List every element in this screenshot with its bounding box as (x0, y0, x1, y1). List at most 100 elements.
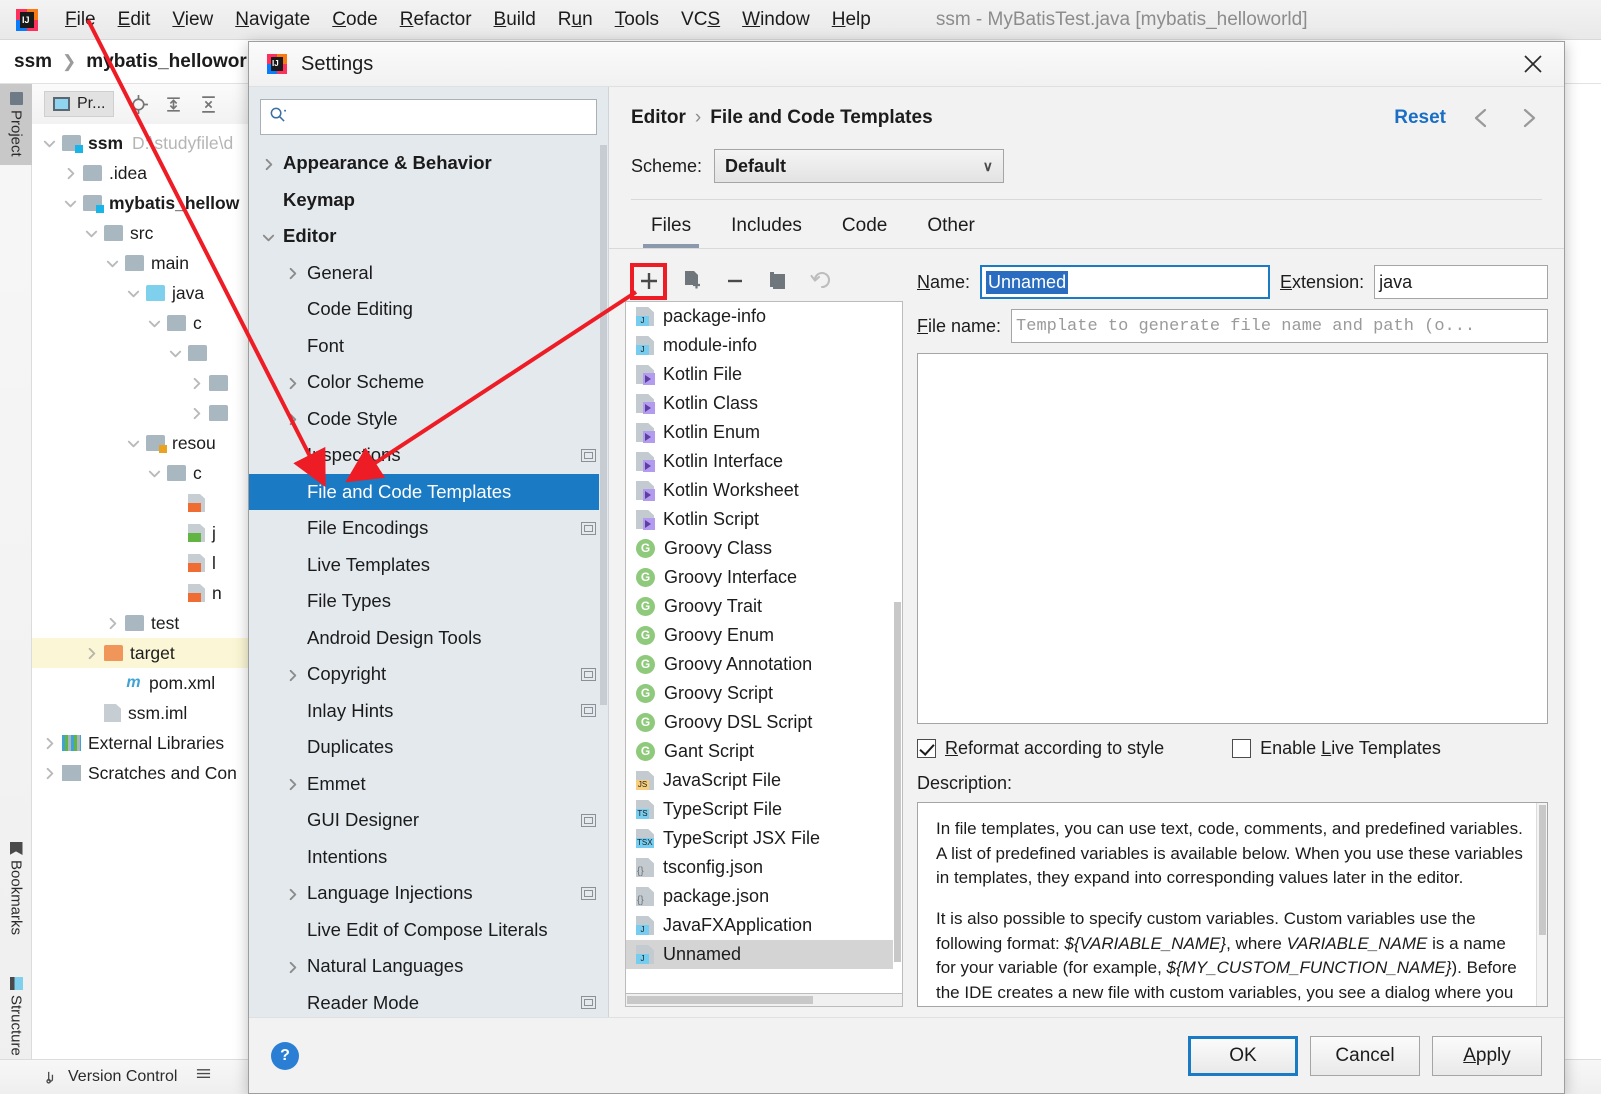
breadcrumb-project[interactable]: ssm (14, 51, 52, 73)
chevron-down-icon[interactable] (126, 435, 142, 451)
chevron-down-icon[interactable] (126, 285, 142, 301)
template-list[interactable]: Jpackage-info Jmodule-info Kotlin File Kotl… (625, 301, 903, 994)
template-list-item[interactable]: G Groovy Trait (626, 592, 902, 621)
settings-search-input[interactable] (292, 106, 588, 128)
menu-help[interactable]: Help (821, 7, 882, 33)
settings-nav-item-keymap[interactable]: Keymap (249, 182, 608, 219)
chevron-down-icon[interactable] (147, 315, 163, 331)
menu-refactor[interactable]: Refactor (389, 7, 483, 33)
settings-nav-item-code-style[interactable]: Code Style (249, 401, 608, 438)
tool-tab-bookmarks[interactable]: Bookmarks (0, 834, 32, 943)
ok-button[interactable]: OK (1188, 1035, 1298, 1076)
template-filename-input[interactable]: Template to generate file name and path … (1011, 309, 1548, 343)
settings-nav-item-android-design-tools[interactable]: Android Design Tools (249, 620, 608, 657)
settings-nav-item-language-injections[interactable]: Language Injections (249, 875, 608, 912)
template-list-item[interactable]: G Groovy Annotation (626, 650, 902, 679)
tool-tab-project[interactable]: Project (0, 84, 32, 165)
settings-nav-item-inlay-hints[interactable]: Inlay Hints (249, 693, 608, 730)
chevron-right-icon[interactable] (105, 615, 121, 631)
chevron-right-icon[interactable] (285, 885, 302, 902)
cancel-button[interactable]: Cancel (1310, 1035, 1420, 1076)
template-name-input[interactable]: Unnamed (980, 265, 1271, 299)
settings-nav-item-editor[interactable]: Editor (249, 218, 608, 255)
chevron-right-icon[interactable] (285, 264, 302, 281)
template-list-item[interactable]: Kotlin Enum (626, 418, 902, 447)
reset-link[interactable]: Reset (1394, 107, 1446, 129)
menu-window[interactable]: Window (731, 7, 821, 33)
settings-nav-item-copyright[interactable]: Copyright (249, 656, 608, 693)
tab-files[interactable]: Files (631, 209, 711, 248)
chevron-right-icon[interactable] (285, 958, 302, 975)
template-list-item[interactable]: G Groovy Interface (626, 563, 902, 592)
template-list-item[interactable]: J JavaFXApplication (626, 911, 902, 940)
menu-navigate[interactable]: Navigate (224, 7, 321, 33)
template-body-editor[interactable] (917, 353, 1548, 724)
settings-search-box[interactable] (260, 99, 597, 135)
settings-nav-item-appearance-behavior[interactable]: Appearance & Behavior (249, 145, 608, 182)
chevron-right-icon[interactable] (189, 405, 205, 421)
expand-all-icon[interactable] (163, 94, 184, 115)
chevron-right-icon[interactable] (285, 775, 302, 792)
chevron-right-icon[interactable] (42, 765, 58, 781)
template-list-item[interactable]: G Groovy DSL Script (626, 708, 902, 737)
template-list-item[interactable]: G Groovy Class (626, 534, 902, 563)
tab-includes[interactable]: Includes (711, 209, 822, 248)
project-view-selector[interactable]: Pr... (44, 91, 115, 117)
nav-scrollbar[interactable] (599, 145, 608, 1017)
chevron-right-icon[interactable] (285, 410, 302, 427)
chevron-right-icon[interactable] (285, 374, 302, 391)
menu-edit[interactable]: Edit (107, 7, 162, 33)
collapse-all-icon[interactable] (198, 94, 219, 115)
breadcrumb-parent[interactable]: Editor (631, 107, 686, 129)
add-icon[interactable] (630, 262, 667, 300)
status-bar-vcs-label[interactable]: Version Control (68, 1068, 177, 1086)
chevron-down-icon[interactable] (147, 465, 163, 481)
remove-icon[interactable] (719, 266, 750, 297)
content-tabs[interactable]: Files Includes Code Other (609, 209, 1564, 248)
duplicate-icon[interactable] (762, 266, 793, 297)
settings-nav-item-file-types[interactable]: File Types (249, 583, 608, 620)
tab-other[interactable]: Other (907, 209, 995, 248)
copy-template-icon[interactable] (676, 266, 707, 297)
list-view-icon[interactable] (196, 1067, 211, 1087)
settings-nav-item-intentions[interactable]: Intentions (249, 839, 608, 876)
chevron-right-icon[interactable] (189, 375, 205, 391)
settings-nav-item-live-templates[interactable]: Live Templates (249, 547, 608, 584)
scheme-select[interactable]: Default ∨ (714, 149, 1005, 183)
menu-run[interactable]: Run (547, 7, 604, 33)
chevron-down-icon[interactable] (261, 228, 278, 245)
menu-file[interactable]: File (54, 7, 107, 33)
template-list-item[interactable]: Kotlin File (626, 360, 902, 389)
settings-nav-item-code-editing[interactable]: Code Editing (249, 291, 608, 328)
settings-nav-item-font[interactable]: Font (249, 328, 608, 365)
template-list-scrollbar[interactable] (893, 302, 902, 993)
chevron-right-icon[interactable] (285, 666, 302, 683)
settings-nav-item-duplicates[interactable]: Duplicates (249, 729, 608, 766)
template-list-item[interactable]: G Gant Script (626, 737, 902, 766)
menu-tools[interactable]: Tools (604, 7, 670, 33)
help-icon[interactable]: ? (271, 1041, 299, 1070)
settings-nav-item-gui-designer[interactable]: GUI Designer (249, 802, 608, 839)
chevron-right-icon[interactable] (261, 155, 278, 172)
template-extension-input[interactable]: java (1374, 265, 1548, 299)
chevron-right-icon[interactable] (84, 645, 100, 661)
template-list-item[interactable]: Kotlin Interface (626, 447, 902, 476)
template-list-item[interactable]: Kotlin Class (626, 389, 902, 418)
settings-nav-item-inspections[interactable]: Inspections (249, 437, 608, 474)
tab-code[interactable]: Code (822, 209, 907, 248)
template-list-item[interactable]: {} tsconfig.json (626, 853, 902, 882)
template-list-item[interactable]: TSX TypeScript JSX File (626, 824, 902, 853)
chevron-down-icon[interactable] (84, 225, 100, 241)
description-scrollbar[interactable] (1536, 803, 1547, 1006)
locate-icon[interactable] (128, 94, 149, 115)
apply-button[interactable]: Apply (1432, 1035, 1542, 1076)
settings-nav-item-live-edit-of-compose-literals[interactable]: Live Edit of Compose Literals (249, 912, 608, 949)
settings-nav-item-natural-languages[interactable]: Natural Languages (249, 948, 608, 985)
template-list-item[interactable]: JS JavaScript File (626, 766, 902, 795)
template-list-item[interactable]: {} package.json (626, 882, 902, 911)
settings-nav-item-file-encodings[interactable]: File Encodings (249, 510, 608, 547)
settings-nav-item-file-and-code-templates[interactable]: File and Code Templates (249, 473, 608, 510)
arrow-left-icon[interactable] (1468, 105, 1494, 131)
template-list-hscrollbar[interactable] (625, 994, 903, 1007)
template-list-item[interactable]: Jpackage-info (626, 302, 902, 331)
